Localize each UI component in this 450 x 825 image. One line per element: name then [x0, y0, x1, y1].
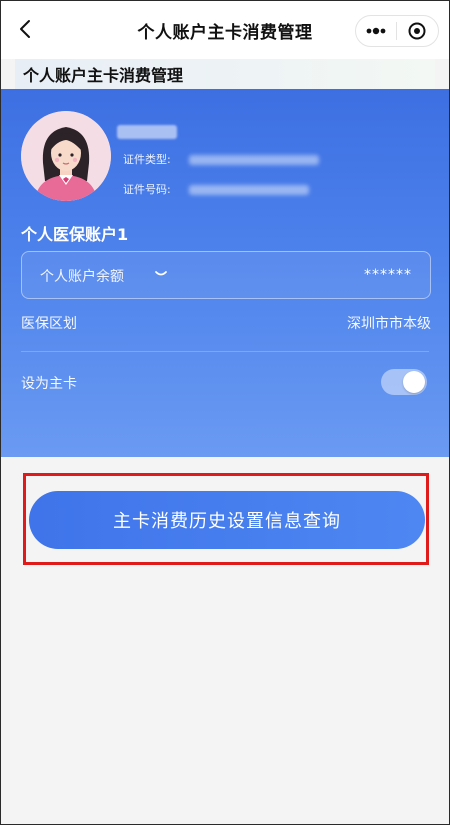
- more-dots-icon: [366, 27, 386, 35]
- app-frame: 个人账户主卡消费管理 个人账户主卡消费管理 证件类型: 证件号码: 个人医保账户…: [0, 0, 450, 825]
- female-avatar-icon: [21, 111, 111, 201]
- account-title: 个人医保账户1: [21, 225, 129, 244]
- primary-card-toggle[interactable]: [381, 369, 427, 395]
- primary-card-label: 设为主卡: [21, 376, 77, 392]
- section-title: 个人账户主卡消费管理: [23, 66, 184, 85]
- toggle-balance-visibility-button[interactable]: [154, 266, 168, 280]
- section-header: 个人账户主卡消费管理: [15, 59, 435, 89]
- balance-value: ******: [364, 267, 412, 283]
- region-label: 医保区划: [21, 316, 77, 332]
- toggle-knob: [403, 371, 425, 393]
- avatar: [21, 111, 111, 201]
- page-title: 个人账户主卡消费管理: [137, 22, 313, 43]
- region-value: 深圳市市本级: [347, 316, 431, 332]
- back-button[interactable]: [15, 17, 37, 41]
- history-query-button[interactable]: 主卡消费历史设置信息查询: [29, 491, 425, 549]
- masked-id-type: [189, 155, 319, 165]
- balance-row[interactable]: 个人账户余额 ******: [21, 251, 431, 299]
- masked-id-number: [189, 185, 309, 195]
- divider: [21, 351, 429, 352]
- target-circle-icon: [408, 22, 426, 40]
- balance-label: 个人账户余额: [40, 269, 124, 285]
- mini-program-capsule: [355, 15, 439, 47]
- close-mini-program-button[interactable]: [397, 16, 437, 46]
- id-number-label: 证件号码:: [123, 183, 171, 196]
- more-button[interactable]: [356, 16, 396, 46]
- account-card: 证件类型: 证件号码: 个人医保账户1 个人账户余额 ****** 医保区划 深…: [1, 89, 449, 457]
- navigation-bar: 个人账户主卡消费管理: [1, 1, 449, 59]
- masked-name: [117, 125, 177, 139]
- id-type-label: 证件类型:: [123, 153, 171, 166]
- chevron-left-icon: [20, 20, 30, 38]
- chevron-down-icon: [155, 271, 167, 276]
